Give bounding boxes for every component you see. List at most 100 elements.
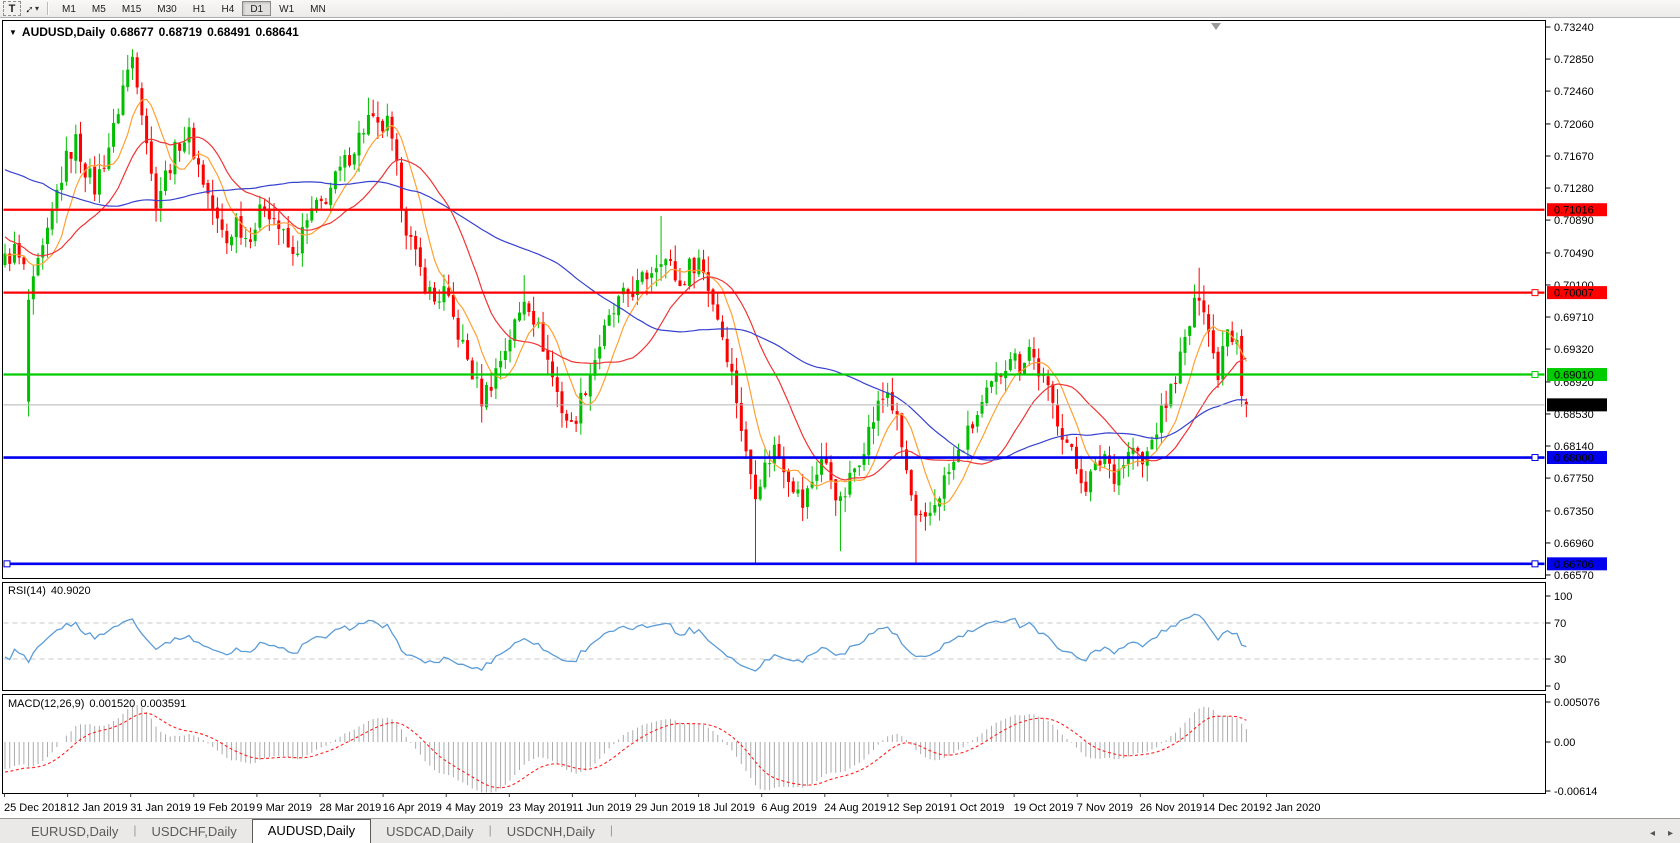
date-axis-label: 31 Jan 2019 [130,802,191,814]
pointer-tool-button[interactable]: ↕ ▾ [23,1,41,16]
candle-body [669,259,673,261]
timeframe-button-d1[interactable]: D1 [242,1,272,16]
candle-body [796,489,800,494]
candle-body [418,247,422,267]
candle-body [980,401,984,414]
candle-body [1211,330,1215,354]
candle-body [739,402,743,431]
symbol-tab-usdchf[interactable]: USDCHF,Daily [137,821,252,843]
candle-body [461,339,465,342]
rsi-axis-label: 100 [1554,591,1572,603]
price-axis-label: 0.67350 [1554,506,1594,518]
candle-body [93,166,97,195]
candle-body [395,139,399,161]
candle-body [966,425,970,450]
chart-title: ▼ AUDUSD,Daily 0.68677 0.68719 0.68491 0.6864… [9,25,299,39]
timeframe-group: M1 M5 M15 M30 H1 H4 D1 W1 MN [54,1,334,16]
timeframe-button-m30[interactable]: M30 [149,1,184,16]
timeframe-button-m1[interactable]: M1 [54,1,84,16]
candle-body [333,171,337,190]
candle-body [527,303,531,312]
candle-body [371,113,375,117]
candle-body [1240,335,1244,396]
candle-body [456,317,460,340]
candle-body [1202,300,1206,313]
candle-body [197,158,201,165]
tab-scroll-right-icon[interactable]: ▸ [1668,828,1673,839]
timeframe-button-w1[interactable]: W1 [271,1,302,16]
symbol-tab-eurusd[interactable]: EURUSD,Daily [16,821,133,843]
macd-axis-label: 0.00 [1554,737,1575,749]
hline-handle[interactable] [1531,289,1539,297]
candle-body [612,313,616,315]
candle-body [348,155,352,166]
tab-scroll-arrows: ◂ ▸ [1650,828,1673,839]
hline-handle[interactable] [3,560,11,568]
candle-body [867,426,871,456]
candle-body [163,170,167,192]
date-axis-label: 2 Jan 2020 [1266,802,1320,814]
timeframe-button-m5[interactable]: M5 [84,1,114,16]
candle-body [508,339,512,352]
candle-body [244,238,248,240]
candle-body [277,220,281,230]
price-axis-label: 0.71280 [1554,183,1594,195]
price-axis-label: 0.70490 [1554,248,1594,260]
candle-body [27,299,31,402]
timeframe-button-h1[interactable]: H1 [185,1,214,16]
candle-body [791,481,795,493]
date-axis-label: 19 Oct 2019 [1014,802,1074,814]
candle-body [291,247,295,254]
candle-body [409,234,413,237]
candle-body [952,461,956,470]
candle-body [503,351,507,360]
date-axis-label: 19 Feb 2019 [193,802,255,814]
symbol-tab-usdcnh[interactable]: USDCNH,Daily [492,821,610,843]
rsi-axis-label: 0 [1554,681,1560,693]
tab-scroll-left-icon[interactable]: ◂ [1650,828,1655,839]
high-value: 0.68719 [158,25,203,39]
timeframe-button-h4[interactable]: H4 [214,1,243,16]
candle-body [857,465,861,468]
candle-body [1192,297,1196,328]
candle-body [801,489,805,508]
candle-body [942,475,946,499]
candle-body [1178,351,1182,384]
hline-handle[interactable] [1531,454,1539,462]
candle-body [258,204,262,228]
hline-handle[interactable] [1531,371,1539,379]
candle-body [187,127,191,143]
candle-body [116,114,120,124]
collapse-arrow-icon[interactable]: ▼ [9,28,17,37]
candle-body [272,218,276,220]
candle-body [725,338,729,363]
date-axis-label: 9 Mar 2019 [256,802,312,814]
timeframe-button-m15[interactable]: M15 [114,1,149,16]
symbol-tab-audusd[interactable]: AUDUSD,Daily [251,819,372,843]
current-price-tag-label: 0.68641 [1554,400,1594,412]
symbol-tab-usdcad[interactable]: USDCAD,Daily [371,821,488,843]
macd-indicator-label: MACD(12,26,9) 0.001520 0.003591 [8,698,186,710]
candle-body [239,216,243,238]
rsi-panel [2,582,1546,691]
price-axis-label: 0.69710 [1554,312,1594,324]
hline-handle[interactable] [1531,560,1539,568]
candle-body [895,411,899,415]
candle-body [1032,349,1036,358]
candle-body [494,368,498,389]
candle-body [848,472,852,495]
candle-body [923,512,927,517]
candle-body [522,301,526,315]
candle-body [12,244,16,263]
candle-body [815,474,819,481]
candle-body [1051,384,1055,403]
candle-body [253,229,257,242]
timeframe-button-mn[interactable]: MN [302,1,334,16]
candle-body [947,471,951,475]
chart-canvas[interactable]: 0.73240 0.72850 0.72460 0.72060 0.71670 0.712… [0,0,1680,818]
candle-body [1150,439,1154,450]
candle-body [60,182,64,190]
text-tool-button[interactable]: T [3,1,21,16]
candle-body [905,449,909,471]
price-axis-label: 0.66960 [1554,538,1594,550]
